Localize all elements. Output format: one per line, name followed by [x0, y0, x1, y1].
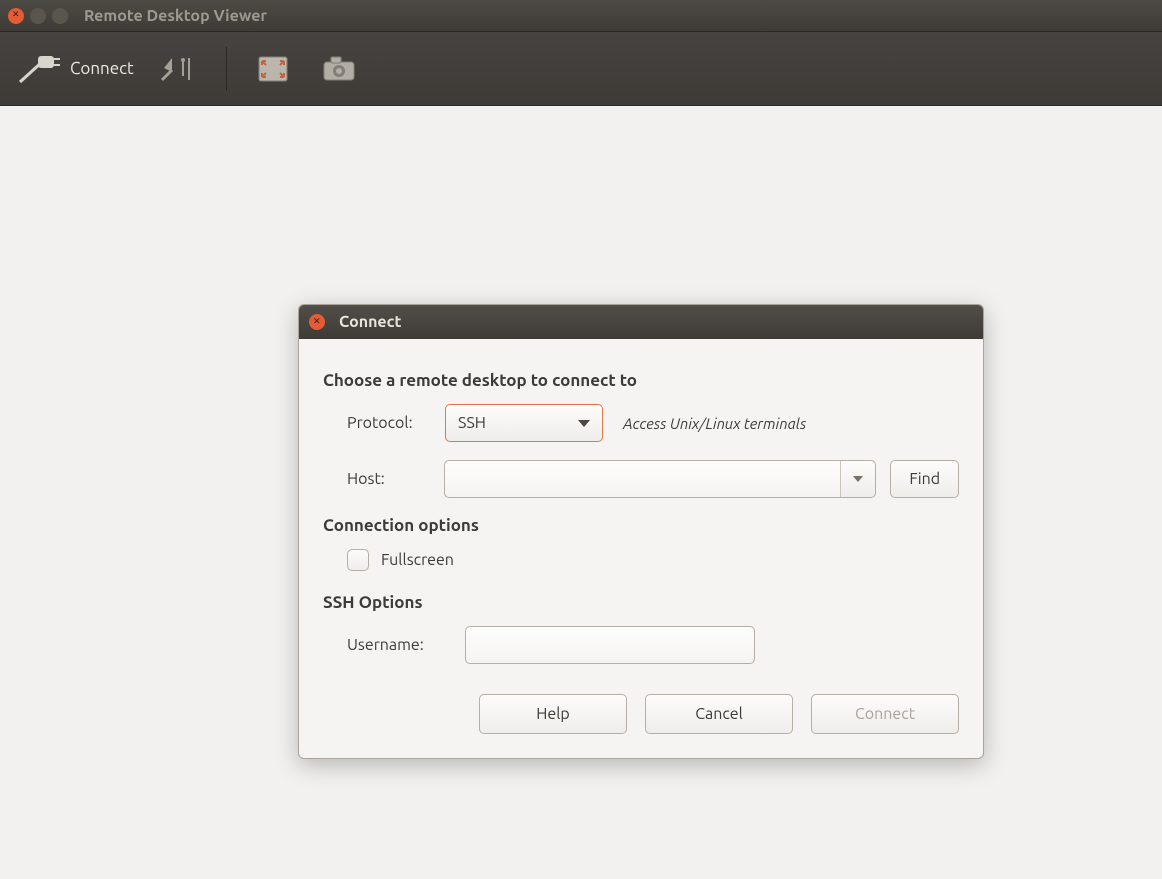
workspace: Connect Choose a remote desktop to conne… [0, 106, 1162, 879]
fullscreen-label: Fullscreen [381, 551, 454, 569]
toolbar-disconnect-button[interactable] [152, 43, 208, 95]
username-input[interactable] [466, 627, 754, 663]
protocol-label: Protocol: [347, 414, 445, 432]
find-button[interactable]: Find [890, 460, 959, 498]
toolbar-separator [226, 47, 227, 91]
host-dropdown-button[interactable] [841, 461, 875, 497]
window-title: Remote Desktop Viewer [84, 7, 267, 25]
connect-dialog: Connect Choose a remote desktop to conne… [298, 304, 984, 759]
cancel-button[interactable]: Cancel [645, 694, 793, 734]
dialog-title: Connect [339, 313, 401, 331]
toolbar-fullscreen-button[interactable] [245, 43, 301, 95]
dialog-body: Choose a remote desktop to connect to Pr… [299, 339, 983, 758]
fullscreen-row: Fullscreen [323, 549, 959, 571]
toolbar-connect-button[interactable]: Connect [10, 43, 142, 95]
help-button[interactable]: Help [479, 694, 627, 734]
chevron-down-icon [578, 420, 590, 427]
section-ssh-options: SSH Options [323, 593, 959, 612]
host-row: Host: Find [323, 460, 959, 498]
host-combobox[interactable] [444, 460, 876, 498]
dialog-titlebar: Connect [299, 305, 983, 339]
protocol-row: Protocol: SSH Access Unix/Linux terminal… [323, 404, 959, 442]
cancel-button-label: Cancel [695, 705, 743, 723]
camera-icon [319, 52, 359, 86]
protocol-hint: Access Unix/Linux terminals [623, 415, 806, 432]
connect-button-label: Connect [855, 705, 915, 723]
protocol-combobox[interactable]: SSH [445, 404, 603, 442]
host-input[interactable] [445, 461, 841, 497]
find-button-label: Find [909, 470, 940, 488]
connect-button[interactable]: Connect [811, 694, 959, 734]
section-choose-remote: Choose a remote desktop to connect to [323, 371, 959, 390]
username-field[interactable] [465, 626, 755, 664]
window-minimize-button[interactable] [30, 8, 46, 24]
plug-disconnect-icon [160, 52, 200, 86]
protocol-value: SSH [458, 414, 486, 432]
section-connection-options: Connection options [323, 516, 959, 535]
dialog-actions: Help Cancel Connect [323, 694, 959, 734]
username-row: Username: [323, 626, 959, 664]
help-button-label: Help [536, 705, 570, 723]
host-label: Host: [347, 470, 444, 488]
username-label: Username: [347, 636, 465, 654]
fullscreen-checkbox[interactable] [347, 549, 369, 571]
main-window-titlebar: Remote Desktop Viewer [0, 0, 1162, 32]
dialog-close-button[interactable] [309, 314, 325, 330]
plug-icon [18, 52, 62, 86]
fullscreen-icon [253, 52, 293, 86]
toolbar-screenshot-button[interactable] [311, 43, 367, 95]
chevron-down-icon [853, 476, 863, 482]
window-maximize-button[interactable] [52, 8, 68, 24]
toolbar: Connect [0, 32, 1162, 106]
toolbar-connect-label: Connect [70, 59, 134, 78]
window-close-button[interactable] [8, 8, 24, 24]
